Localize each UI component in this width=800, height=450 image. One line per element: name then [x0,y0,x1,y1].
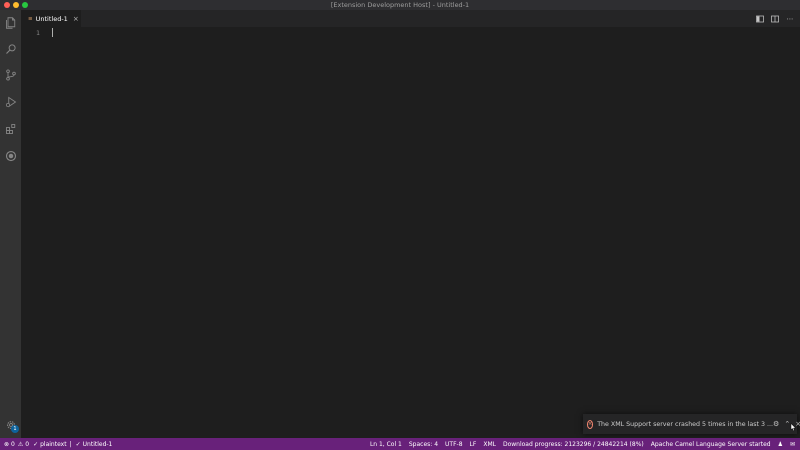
title-bar: [Extension Development Host] - Untitled-… [0,0,800,10]
extensions-button[interactable] [2,120,19,137]
status-bar-right: Ln 1, Col 1 Spaces: 4 UTF-8 LF XML Downl… [363,441,800,448]
end-of-line[interactable]: LF [470,441,477,448]
server-status[interactable]: Apache Camel Language Server started [651,441,771,448]
vscode-window: [Extension Development Host] - Untitled-… [0,0,800,450]
explorer-button[interactable] [2,14,19,31]
extension-custom-icon [5,150,16,161]
language-mode[interactable]: XML [483,441,496,448]
maximize-window-button[interactable] [22,2,28,8]
tab-bar: ≡ Untitled-1 × ⋯ [21,10,800,27]
warning-count: 0 [25,440,30,448]
notification-toast: × The XML Support server crashed 5 times… [583,414,800,434]
gear-icon[interactable]: ⚙ [773,420,779,428]
source-control-button[interactable] [2,66,19,83]
notifications-bell-icon[interactable]: ✉ [790,441,795,448]
line-number: 1 [36,29,40,37]
error-icon: ⊗ [4,440,10,448]
split-editor-icon [771,15,779,22]
plaintext-label: plaintext [40,440,67,448]
indentation[interactable]: Spaces: 4 [409,441,438,448]
plaintext-file-icon: ≡ [28,15,33,22]
window-controls [4,2,28,8]
search-icon [5,43,16,54]
cursor-position[interactable]: Ln 1, Col 1 [370,441,402,448]
status-bar: ⊗ 0 ⚠ 0 ✓ plaintext | ✓ Untitled-1 Ln 1,… [0,438,800,450]
tab-untitled-1[interactable]: ≡ Untitled-1 × [21,10,81,27]
preview-icon [756,15,764,22]
feedback-icon[interactable]: ♟ [778,441,783,448]
minimize-window-button[interactable] [13,2,19,8]
extensions-icon [5,123,15,134]
plaintext-check-item[interactable]: ✓ plaintext | [33,441,72,448]
separator: | [69,440,72,448]
run-debug-icon [5,96,16,107]
check-icon: ✓ [75,440,81,448]
window-title: [Extension Development Host] - Untitled-… [330,1,470,9]
notification-message: The XML Support server crashed 5 times i… [597,420,774,428]
search-button[interactable] [2,40,19,57]
close-icon[interactable]: × [73,15,79,23]
mouse-pointer-icon [790,423,797,432]
file-check-item[interactable]: ✓ Untitled-1 [76,441,113,448]
encoding[interactable]: UTF-8 [445,441,463,448]
more-actions-icon[interactable]: ⋯ [786,15,794,23]
manage-button[interactable]: 1 [2,416,19,433]
manage-badge: 1 [11,425,19,433]
split-editor-button[interactable] [771,15,779,23]
source-control-icon [5,68,16,81]
run-debug-button[interactable] [2,93,19,110]
files-icon [5,16,15,29]
error-count: 0 [11,440,15,448]
tab-label: Untitled-1 [35,14,68,23]
check-icon: ✓ [33,440,39,448]
download-progress: Download progress: 2123296 / 24842214 (8… [502,440,644,448]
text-cursor [52,28,53,37]
close-window-button[interactable] [4,2,10,8]
problems-indicator[interactable]: ⊗ 0 ⚠ 0 [4,441,29,448]
error-icon: × [587,419,594,429]
warning-icon: ⚠ [17,440,24,448]
file-label: Untitled-1 [82,440,113,448]
editor-area[interactable]: 1 [21,27,800,438]
activity-bar: 1 [0,10,21,438]
editor-actions: ⋯ [756,10,794,27]
custom-extension-button[interactable] [2,147,19,164]
open-preview-button[interactable] [756,15,764,23]
